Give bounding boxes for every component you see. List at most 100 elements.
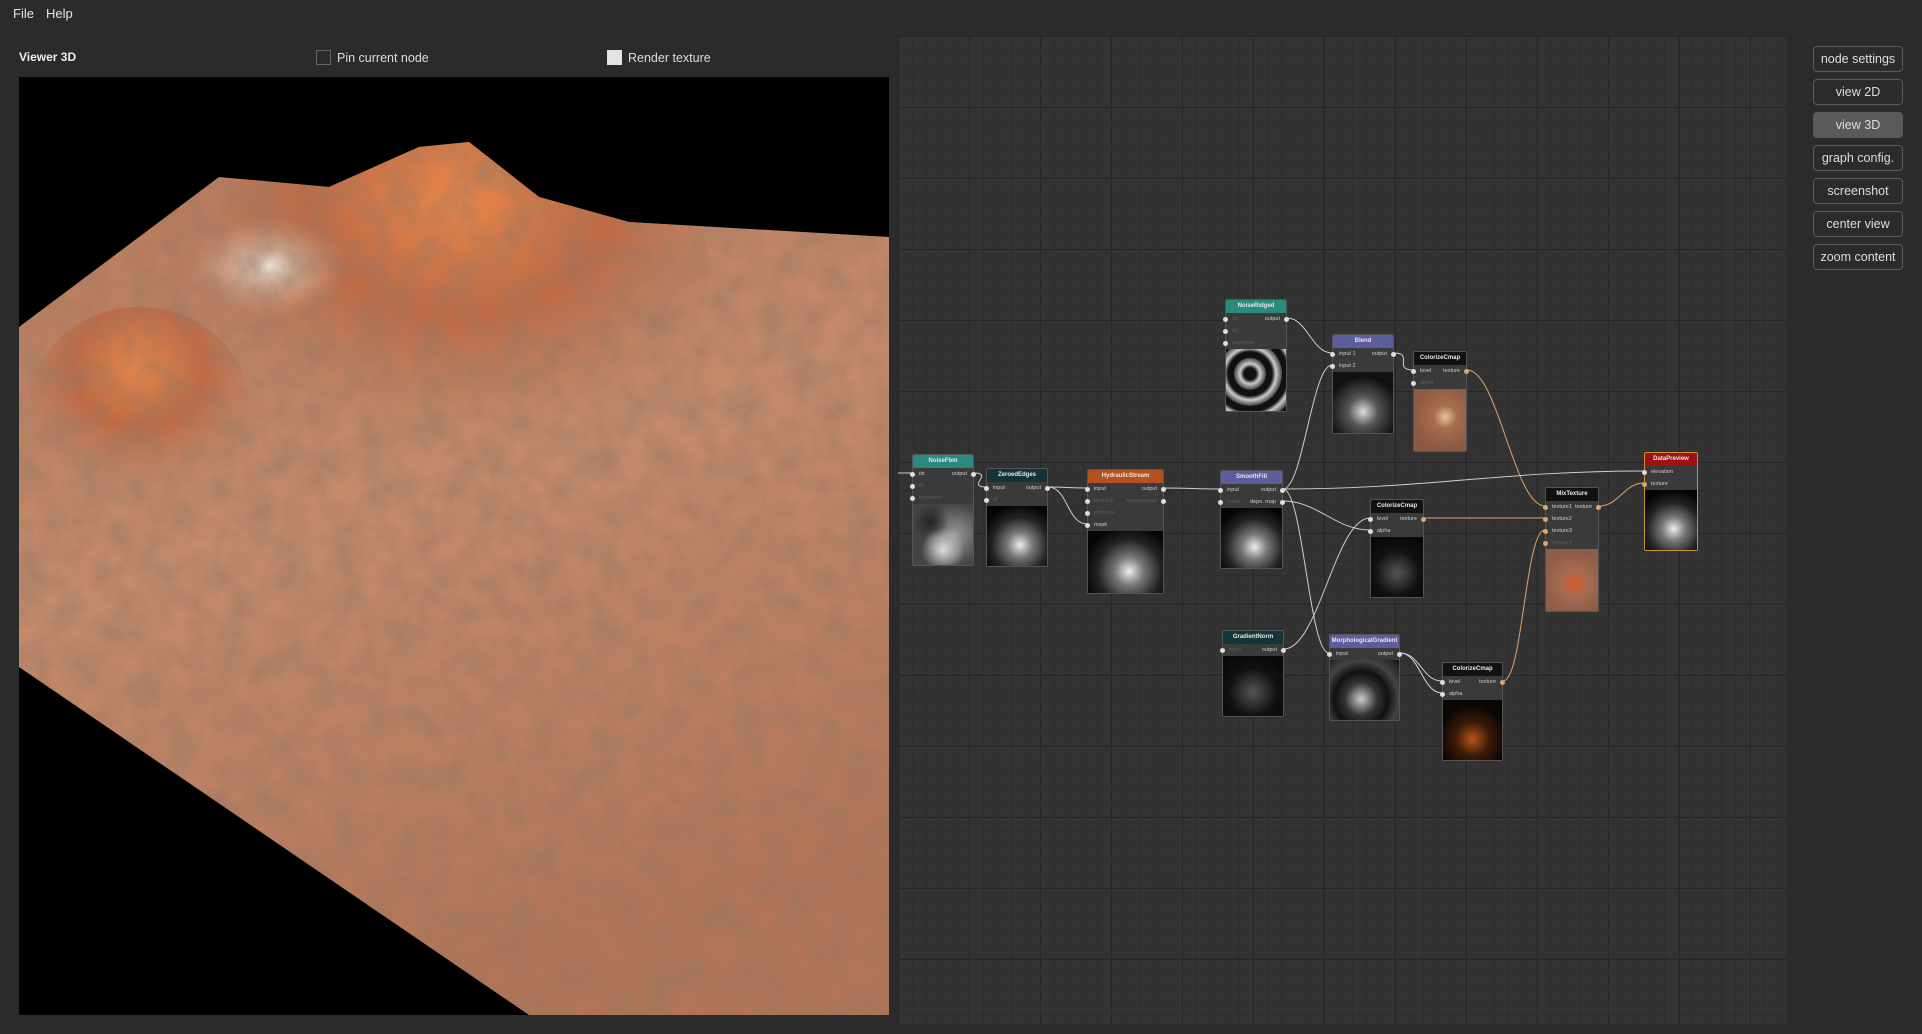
graph-link[interactable]	[1047, 486, 1088, 525]
port-row: alpha	[1368, 525, 1423, 537]
output-port-handle[interactable]	[1280, 487, 1285, 493]
port-row: envelope	[910, 492, 973, 504]
input-port-handle[interactable]	[1368, 528, 1373, 534]
output-port-handle[interactable]	[1397, 651, 1402, 657]
input-port-handle[interactable]	[1085, 486, 1090, 492]
output-port-handle[interactable]	[1281, 647, 1286, 653]
input-port-handle[interactable]	[1543, 504, 1548, 510]
graph-link[interactable]	[1502, 529, 1546, 682]
port-row: texture1 texture	[1543, 501, 1601, 513]
node-preview-thumbnail	[1371, 537, 1423, 597]
input-port-handle[interactable]	[910, 471, 915, 477]
node-mg[interactable]: MorphologicalGradient input output	[1327, 634, 1402, 721]
node-zero[interactable]: ZeroedEdges input output dr	[984, 468, 1050, 567]
node-hyd[interactable]: HydraulicStream input output bedrock erosion…	[1085, 469, 1166, 594]
viewer-3d-viewport[interactable]	[19, 77, 889, 1015]
input-port-label: input	[1094, 486, 1106, 492]
input-port-handle[interactable]	[1220, 647, 1225, 653]
input-port-handle[interactable]	[984, 485, 989, 491]
node-preview-thumbnail	[1223, 656, 1283, 716]
input-port-handle[interactable]	[1543, 528, 1548, 534]
output-port-handle[interactable]	[1464, 368, 1469, 374]
output-port-handle[interactable]	[1596, 504, 1601, 510]
input-port-label: texture	[1651, 481, 1668, 487]
node-cc3[interactable]: ColorizeCmap level texture alpha	[1440, 662, 1505, 761]
input-port-handle[interactable]	[1543, 516, 1548, 522]
output-port-handle[interactable]	[1161, 486, 1166, 492]
input-port-handle[interactable]	[1368, 516, 1373, 522]
input-port-handle[interactable]	[1411, 368, 1416, 374]
node-cc1[interactable]: ColorizeCmap level texture alpha	[1411, 351, 1469, 452]
node-ridged[interactable]: NoiseRidged dx output dy envelope	[1223, 299, 1289, 412]
node-settings-button[interactable]: node settings	[1813, 46, 1903, 72]
port-row: dr	[984, 494, 1047, 506]
graph-link[interactable]	[1393, 352, 1414, 371]
pin-checkbox-box[interactable]	[316, 50, 331, 65]
input-port-handle[interactable]	[1218, 499, 1223, 505]
node-gn[interactable]: GradientNorm input output	[1220, 630, 1286, 717]
render-texture-checkbox[interactable]: Render texture	[607, 50, 711, 65]
node-mix[interactable]: MixTexture texture1 texture texture2 texture…	[1543, 487, 1601, 612]
node-preview-thumbnail	[1088, 531, 1163, 593]
input-port-label: moisture	[1094, 510, 1116, 516]
port-row: texture2	[1543, 513, 1598, 525]
menu-file[interactable]: File	[13, 6, 34, 22]
node-prev[interactable]: DataPreview elevation texture	[1642, 452, 1698, 551]
input-port-handle[interactable]	[1642, 469, 1647, 475]
zoom-content-button[interactable]: zoom content	[1813, 244, 1903, 270]
input-port-handle[interactable]	[1330, 351, 1335, 357]
graph-link[interactable]	[1286, 317, 1333, 354]
output-port-handle[interactable]	[1280, 499, 1285, 505]
pin-current-node-checkbox[interactable]: Pin current node	[316, 50, 429, 65]
node-blend[interactable]: Blend input 1 output input 2	[1330, 334, 1396, 434]
node-cc2[interactable]: ColorizeCmap level texture alpha	[1368, 499, 1426, 598]
center-view-button[interactable]: center view	[1813, 211, 1903, 237]
view-3d-button[interactable]: view 3D	[1813, 112, 1903, 138]
output-port-handle[interactable]	[971, 471, 976, 477]
output-port-handle[interactable]	[1391, 351, 1396, 357]
input-port-label: elevation	[1651, 469, 1674, 475]
node-smooth[interactable]: SmoothFill input output mask depo. map	[1218, 470, 1285, 569]
graph-link[interactable]	[1399, 652, 1443, 682]
output-port-handle[interactable]	[1500, 679, 1505, 685]
input-port-handle[interactable]	[1330, 363, 1335, 369]
output-port-label: texture	[1443, 368, 1460, 374]
input-port-label: bedrock	[1094, 498, 1114, 504]
input-port-handle[interactable]	[1085, 510, 1090, 516]
menu-help[interactable]: Help	[46, 6, 73, 22]
graph-link[interactable]	[1163, 487, 1221, 490]
graph-link[interactable]	[1399, 652, 1443, 694]
input-port-handle[interactable]	[1085, 522, 1090, 528]
graph-link[interactable]	[1282, 364, 1333, 490]
input-port-handle[interactable]	[1223, 328, 1228, 334]
input-port-handle[interactable]	[1440, 691, 1445, 697]
output-port-handle[interactable]	[1284, 316, 1289, 322]
input-port-handle[interactable]	[1085, 498, 1090, 504]
input-port-handle[interactable]	[1411, 380, 1416, 386]
output-port-handle[interactable]	[1161, 498, 1166, 504]
node-graph-canvas[interactable]: NoiseFbm dx output dy envelope ZeroedEdges inp…	[898, 36, 1786, 1024]
input-port-handle[interactable]	[1218, 487, 1223, 493]
graph-link[interactable]	[1598, 482, 1645, 507]
input-port-handle[interactable]	[1223, 340, 1228, 346]
node-fbm[interactable]: NoiseFbm dx output dy envelope	[910, 454, 976, 566]
input-port-handle[interactable]	[984, 497, 989, 503]
screenshot-button[interactable]: screenshot	[1813, 178, 1903, 204]
node-title: Blend	[1333, 335, 1393, 348]
graph-config-button[interactable]: graph config.	[1813, 145, 1903, 171]
render-checkbox-box[interactable]	[607, 50, 622, 65]
input-port-handle[interactable]	[1543, 540, 1548, 546]
output-port-handle[interactable]	[1045, 485, 1050, 491]
input-port-handle[interactable]	[910, 483, 915, 489]
input-port-handle[interactable]	[1440, 679, 1445, 685]
input-port-handle[interactable]	[910, 495, 915, 501]
view-2d-button[interactable]: view 2D	[1813, 79, 1903, 105]
node-title: NoiseFbm	[913, 455, 973, 468]
graph-link[interactable]	[1283, 517, 1371, 650]
input-port-handle[interactable]	[1223, 316, 1228, 322]
graph-link[interactable]	[1466, 369, 1546, 507]
input-port-handle[interactable]	[1642, 481, 1647, 487]
output-port-handle[interactable]	[1421, 516, 1426, 522]
input-port-label: level	[1377, 516, 1389, 522]
input-port-handle[interactable]	[1327, 651, 1332, 657]
